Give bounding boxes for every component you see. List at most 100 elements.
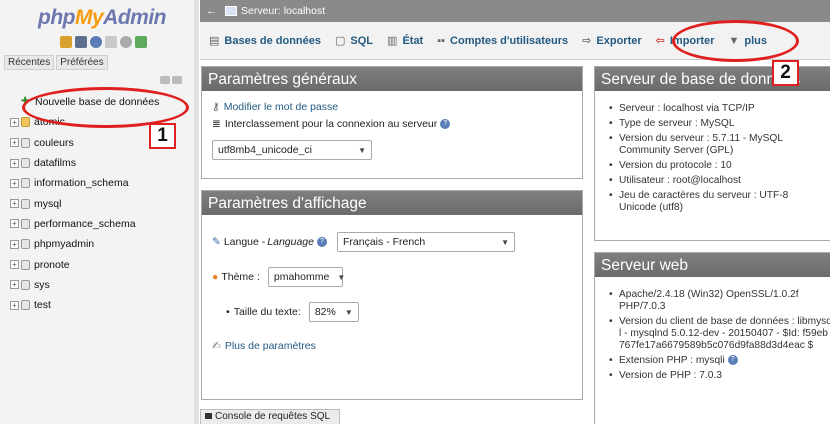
annotation-number-1: 1 [149,123,176,149]
db-label[interactable]: phpmyadmin [34,238,94,250]
tab-favorites[interactable]: Préférées [56,55,108,70]
expand-icon[interactable]: + [10,199,19,209]
collapse-arrow-icon[interactable]: ← [206,5,217,17]
list-item: • Version du serveur : 5.7.11 - MySQL Com… [609,133,825,157]
database-server-info: • Serveur : localhost via TCP/IP • Type de… [595,91,830,214]
panel-title: Paramètres d'affichage [202,191,582,215]
settings-gear-icon[interactable] [120,36,132,48]
logout-icon[interactable] [75,36,87,48]
tab-recent[interactable]: Récentes [4,55,55,70]
font-size-select[interactable]: 82% ▼ [308,302,359,322]
db-label[interactable]: mysql [34,198,61,210]
list-item: • Version du protocole : 10 [609,160,732,171]
db-item-phpmyadmin[interactable]: + phpmyadmin [10,234,195,254]
annotation-ring-2 [672,20,799,62]
theme-select[interactable]: pmahomme ▼ [267,267,345,287]
tab-status[interactable]: ▥ État [387,34,423,48]
web-server-info: • Apache/2.4.18 (Win32) OpenSSL/1.0.2f PH… [595,277,830,385]
info-text: Version du protocole : 10 [619,160,732,171]
expand-icon[interactable]: + [10,158,19,168]
database-icon [21,218,30,229]
theme-row: ● Thème : pmahomme ▼ [212,267,572,287]
help-icon[interactable] [90,36,102,48]
expand-icon[interactable]: + [10,280,19,290]
db-item-performance-schema[interactable]: + performance_schema [10,214,195,234]
change-password-row: ⚷ Modifier le mot de passe [212,101,572,113]
bullet-icon: • [226,306,230,318]
phpmyadmin-logo[interactable]: phpMyAdmin [38,6,166,30]
db-item-test[interactable]: + test [10,295,195,315]
server-icon [225,6,237,16]
db-label[interactable]: sys [34,279,50,291]
annotation-ring-1 [22,87,189,128]
database-server-panel: Serveur de base de données • Serveur : lo… [594,66,830,241]
db-item-datafilms[interactable]: + datafilms [10,153,195,173]
expand-icon[interactable]: + [10,117,19,127]
database-icon [21,198,30,209]
expand-icon[interactable]: + [10,138,19,148]
link-icon[interactable] [172,76,182,84]
language-icon: ✎ [212,236,221,248]
logo-text-admin: Admin [103,6,166,29]
key-icon: ⚷ [212,101,220,113]
db-item-mysql[interactable]: + mysql [10,193,195,213]
database-icon [21,158,30,169]
import-icon: ⇦ [655,35,665,47]
web-server-panel: Serveur web • Apache/2.4.18 (Win32) OpenS… [594,252,830,424]
sql-console-toggle[interactable]: Console de requêtes SQL [200,409,340,424]
tab-users[interactable]: ▪▪ Comptes d'utilisateurs [437,35,568,47]
expand-icon[interactable]: + [10,300,19,310]
db-label[interactable]: test [34,299,51,311]
collation-select[interactable]: utf8mb4_unicode_ci ▼ [212,140,372,160]
breadcrumb-label: Serveur: [241,5,281,17]
expand-icon[interactable]: + [10,219,19,229]
reload-icon[interactable] [135,36,147,48]
info-text: Jeu de caractères du serveur : UTF-8 Uni… [619,190,789,213]
recent-favorite-tabs: Récentes Préférées [4,55,108,70]
info-text: Utilisateur : root@localhost [619,175,741,186]
info-text: Version du serveur : 5.7.11 - MySQL Comm… [619,133,783,156]
chevron-down-icon: ▼ [501,237,509,247]
database-icon [21,117,30,128]
home-icon[interactable] [60,36,72,48]
list-item: • Apache/2.4.18 (Win32) OpenSSL/1.0.2f PH… [609,289,830,313]
expand-icon[interactable]: + [10,239,19,249]
list-item: • Version de PHP : 7.0.3 [609,370,722,381]
db-label[interactable]: performance_schema [34,218,136,230]
db-item-information-schema[interactable]: + information_schema [10,173,195,193]
chevron-down-icon: ▼ [358,145,366,155]
info-text: Apache/2.4.18 (Win32) OpenSSL/1.0.2f PHP… [619,289,799,312]
general-settings-panel: Paramètres généraux ⚷ Modifier le mot de… [201,66,583,179]
database-icon [21,239,30,250]
sidebar-scrollbar[interactable] [194,0,199,424]
database-icon [21,300,30,311]
tab-export[interactable]: ⇨ Exporter [582,34,642,48]
breadcrumb-server-link[interactable]: localhost [284,5,325,17]
help-icon[interactable]: ? [316,237,327,247]
database-icon [21,137,30,148]
more-settings-link[interactable]: Plus de paramètres [225,340,316,352]
db-label[interactable]: pronote [34,259,70,271]
db-label[interactable]: information_schema [34,177,129,189]
tab-label: Exporter [596,34,642,47]
list-item: • Serveur : localhost via TCP/IP [609,103,755,114]
database-icon [21,279,30,290]
tab-databases[interactable]: ▤ Bases de données [209,34,321,48]
db-item-pronote[interactable]: + pronote [10,254,195,274]
theme-value: pmahomme [273,271,330,283]
tab-sql[interactable]: ▢ SQL [335,34,373,48]
expand-icon[interactable]: + [10,260,19,270]
change-password-link[interactable]: Modifier le mot de passe [224,101,338,113]
help-icon[interactable]: ? [727,355,738,365]
db-label[interactable]: couleurs [34,137,74,149]
help-icon[interactable]: ? [440,119,451,129]
docs-icon[interactable] [105,36,117,48]
db-label[interactable]: datafilms [34,157,76,169]
collapse-all-icon[interactable] [160,76,170,84]
info-text: Version de PHP : 7.0.3 [619,370,722,381]
chevron-down-icon: ▼ [344,307,353,317]
expand-icon[interactable]: + [10,178,19,188]
db-item-sys[interactable]: + sys [10,275,195,295]
language-select[interactable]: Français - French ▼ [336,232,515,252]
info-text: Extension PHP : mysqli [619,355,725,366]
